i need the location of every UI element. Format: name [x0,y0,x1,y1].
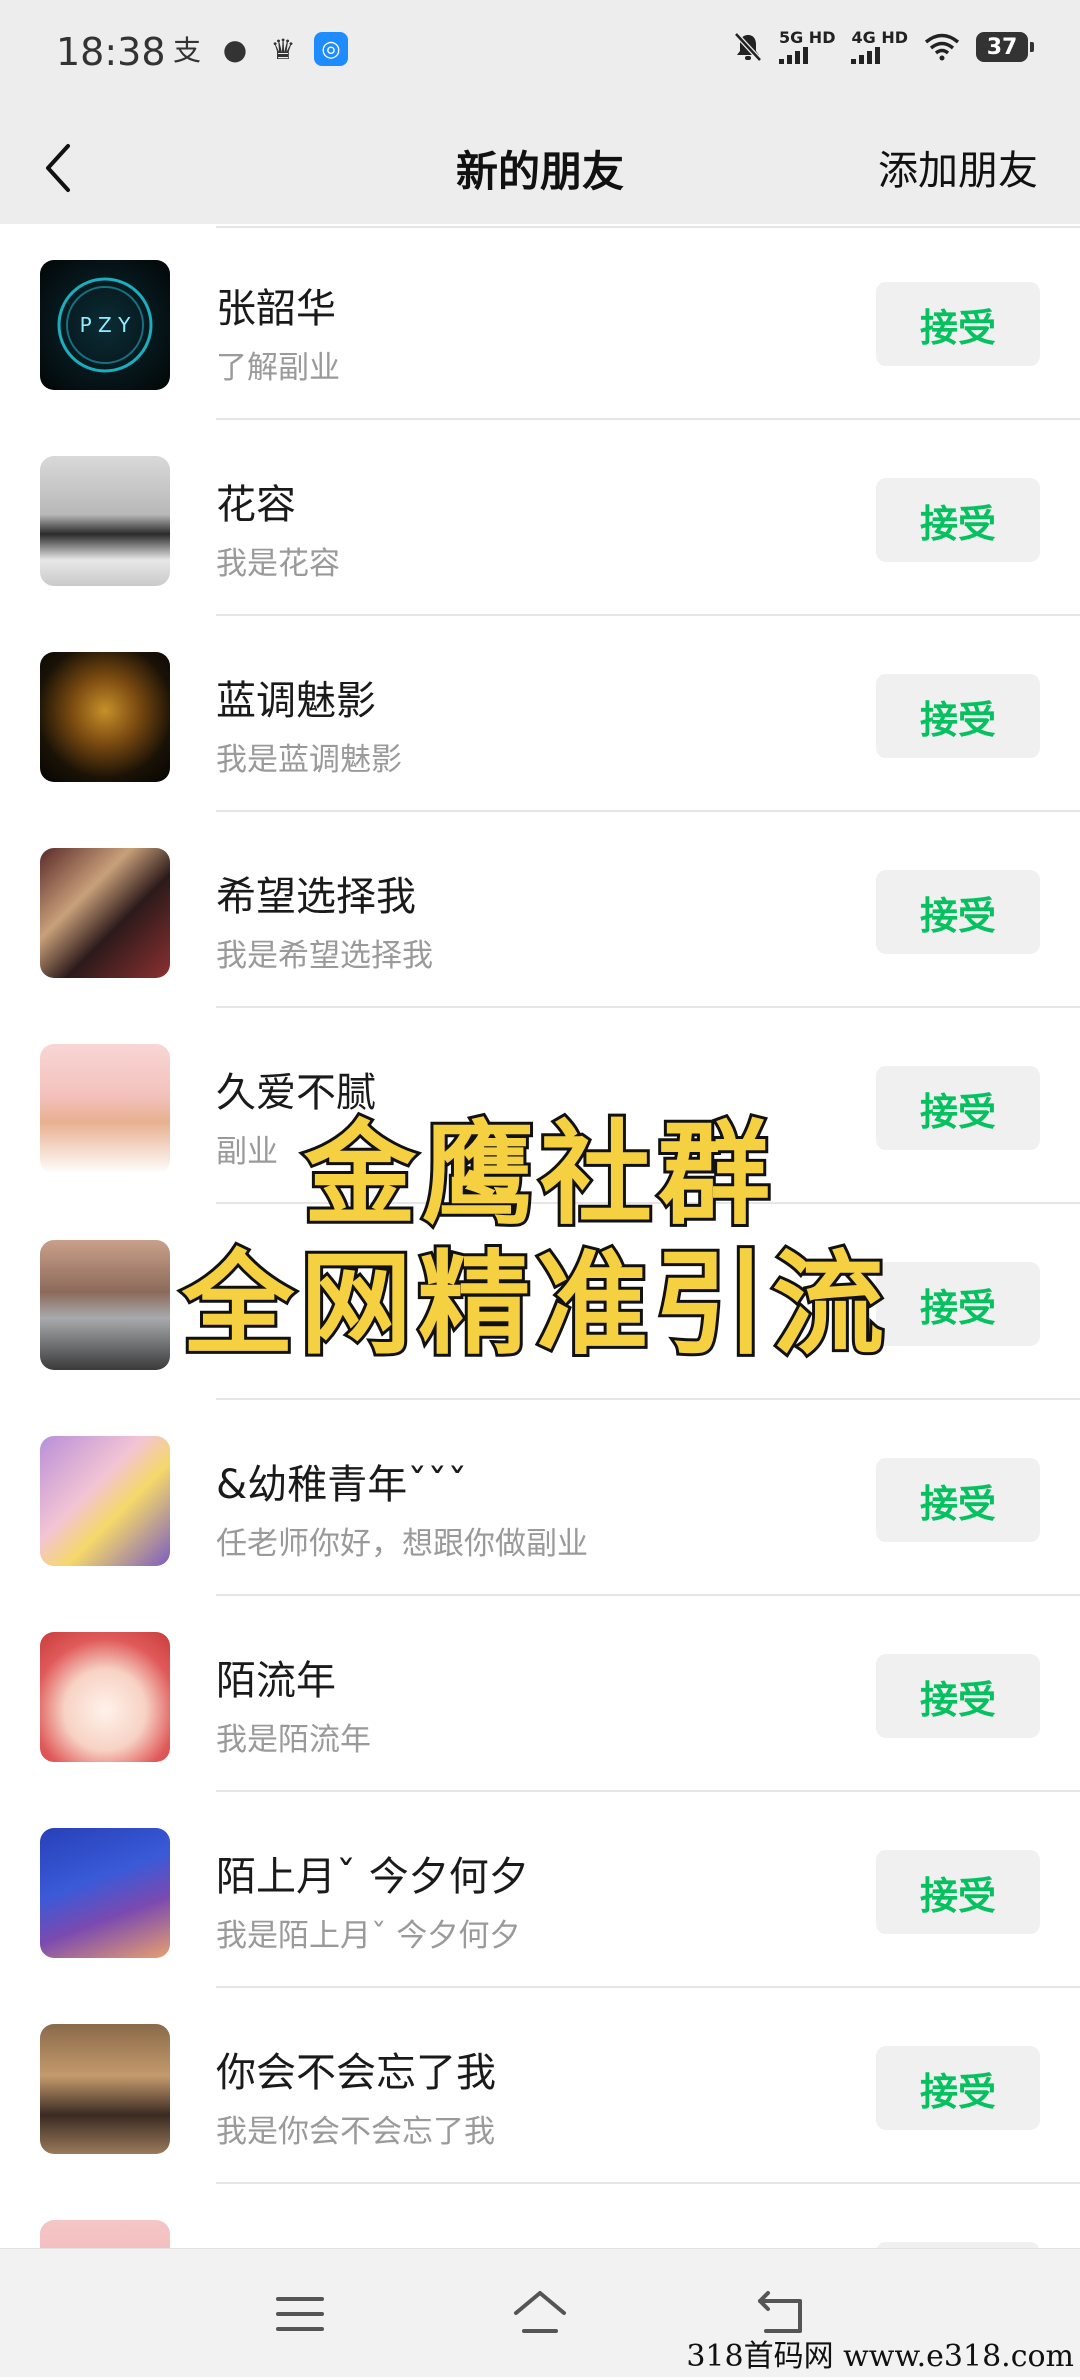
accept-button[interactable]: 接受 [876,674,1040,758]
friend-message: 我是陌上月ˇ 今夕何夕 [216,1918,521,1954]
friend-name: 张韶华 [216,286,336,332]
wifi-icon [924,33,960,61]
accept-button[interactable]: 接受 [876,478,1040,562]
friend-request-row[interactable]: 陌上月ˇ 今夕何夕 我是陌上月ˇ 今夕何夕 接受 [0,1792,1080,1988]
battery-icon: 37 [976,32,1034,62]
accept-button[interactable]: 接受 [876,282,1040,366]
nav-bar: 新的朋友 添加朋友 [0,108,1080,224]
friend-message: 副业 [216,1134,278,1170]
status-time: 18:38 [56,30,166,74]
avatar [40,2024,170,2154]
accept-button[interactable]: 接受 [876,1262,1040,1346]
add-friend-button[interactable]: 添加朋友 [878,138,1038,196]
avatar [40,1436,170,1566]
accept-button[interactable]: 接受 [876,2046,1040,2130]
status-right: 5G HD 4G HD 37 [733,30,1034,64]
friend-name: 你会不会忘了我 [216,2050,496,2096]
avatar [40,1828,170,1958]
friend-request-row[interactable]: 陌流年 我是陌流年 接受 [0,1596,1080,1792]
avatar [40,1240,170,1370]
friend-request-row[interactable]: 蓝调魅影 我是蓝调魅影 接受 [0,616,1080,812]
avatar [40,456,170,586]
avatar: P Z Y [40,260,170,390]
accept-button[interactable]: 接受 [876,1066,1040,1150]
accept-button[interactable]: 接受 [876,870,1040,954]
friend-message: 我是希望选择我 [216,938,433,974]
system-nav-bar: 318首码网 www.e318.com [0,2248,1080,2377]
friend-message: 我是花容 [216,546,340,582]
friend-request-row[interactable]: 你会不会忘了我 我是你会不会忘了我 接受 [0,1988,1080,2184]
wechat-icon: ● [222,32,248,66]
avatar [40,652,170,782]
friend-message: 任老师你好，想跟你做副业 [216,1526,588,1562]
friend-request-row[interactable]: &幼稚青年ˇˇˇ 任老师你好，想跟你做副业 接受 [0,1400,1080,1596]
friend-name: 蓝调魅影 [216,678,376,724]
site-watermark: 318首码网 www.e318.com [686,2339,1074,2374]
friend-name: &幼稚青年ˇˇˇ [216,1462,468,1508]
avatar [40,1632,170,1762]
friend-message: 我是你会不会忘了我 [216,2114,495,2150]
friend-message: 我是蓝调魅影 [216,742,402,778]
friend-request-row[interactable]: 希望选择我 我是希望选择我 接受 [0,812,1080,1008]
accept-button[interactable]: 接受 [876,1654,1040,1738]
sim2-signal-icon: 4G HD [851,30,908,64]
accept-button[interactable]: 接受 [876,1850,1040,1934]
friend-name: 陌流年 [216,1658,336,1704]
avatar [40,1044,170,1174]
friend-name: 希望选择我 [216,874,416,920]
friend-name: 陌上月ˇ 今夕何夕 [216,1854,529,1900]
crown-icon: ♛ [270,32,296,66]
friend-request-row[interactable]: 花容 我是花容 接受 [0,420,1080,616]
sim1-signal-icon: 5G HD [778,30,835,64]
friend-name: 久爱不腻 [216,1070,376,1116]
friend-request-row[interactable]: P Z Y 张韶华 了解副业 接受 [0,224,1080,420]
mute-icon [734,32,762,62]
avatar [40,848,170,978]
friend-request-list: P Z Y 张韶华 了解副业 接受 花容 我是花容 接受 蓝调魅影 我是蓝调魅影… [0,224,1080,2380]
alipay-icon: 支 [172,34,201,67]
accept-button[interactable]: 接受 [876,1458,1040,1542]
home-icon[interactable] [510,2287,570,2341]
notification-icons: 支 ● ♛ ◎ [170,32,348,67]
menu-icon[interactable] [270,2287,330,2341]
status-bar: 18:38 支 ● ♛ ◎ 5G HD 4G HD 37 [0,0,1080,108]
friend-request-row[interactable]: 久爱不腻 副业 接受 [0,1008,1080,1204]
app-icon: ◎ [314,32,348,66]
friend-message: 了解副业 [216,350,340,386]
friend-name: 花容 [216,482,296,528]
svg-text:P Z Y: P Z Y [80,313,131,337]
friend-request-row[interactable]: 接受 [0,1204,1080,1400]
friend-message: 我是陌流年 [216,1722,371,1758]
